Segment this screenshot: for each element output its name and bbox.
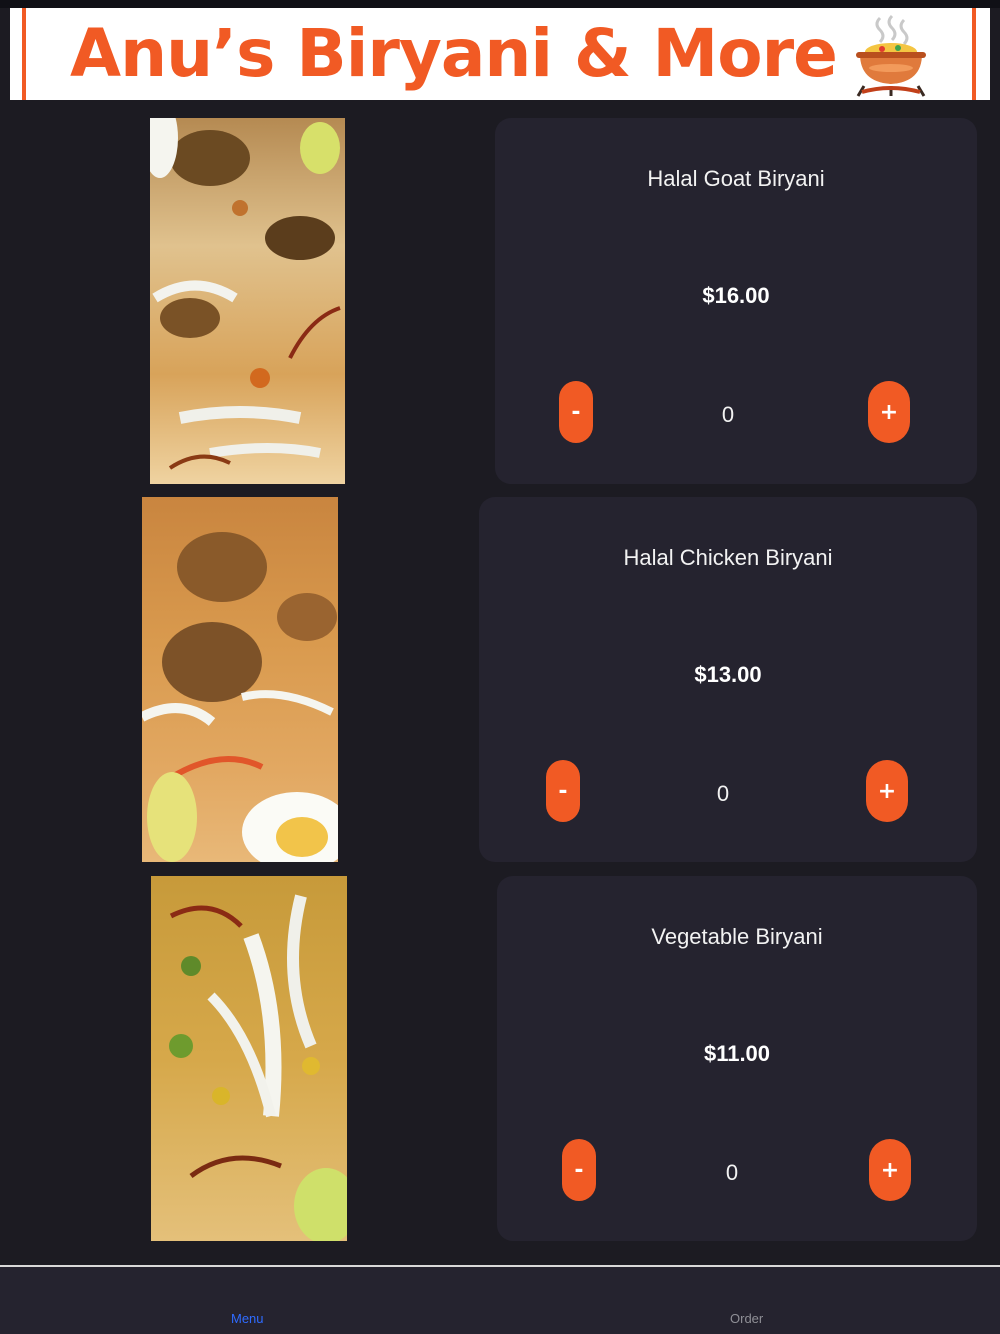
header-banner: Anu’s Biryani & More [10, 8, 990, 100]
chicken-biryani-photo [142, 497, 338, 862]
item-price: $11.00 [703, 1041, 771, 1066]
item-name: Vegetable Biryani [651, 924, 823, 949]
tab-order[interactable]: Order [730, 1311, 763, 1326]
item-name: Halal Chicken Biryani [623, 545, 833, 570]
menu-card-vegetable: Vegetable Biryani $11.00 - 0 + [497, 876, 977, 1241]
increase-quantity-button[interactable]: + [868, 381, 910, 443]
increase-quantity-button[interactable]: + [866, 760, 908, 822]
restaurant-title: Anu’s Biryani & More [70, 15, 838, 92]
biryani-pot-icon [856, 14, 926, 97]
menu-card-chicken: Halal Chicken Biryani $13.00 - 0 + [479, 497, 977, 862]
goat-biryani-photo [150, 118, 345, 484]
tab-menu[interactable]: Menu [231, 1311, 264, 1326]
item-name: Halal Goat Biryani [647, 166, 825, 191]
banner-right-rule [972, 8, 976, 100]
vegetable-biryani-photo [151, 876, 347, 1241]
bottom-tab-bar: Menu Order [0, 1265, 1000, 1334]
item-price: $16.00 [702, 283, 770, 308]
banner-left-rule [22, 8, 26, 100]
menu-card-goat: Halal Goat Biryani $16.00 - 0 + [495, 118, 977, 484]
item-price: $13.00 [694, 662, 762, 687]
top-strip [0, 0, 1000, 8]
increase-quantity-button[interactable]: + [869, 1139, 911, 1201]
